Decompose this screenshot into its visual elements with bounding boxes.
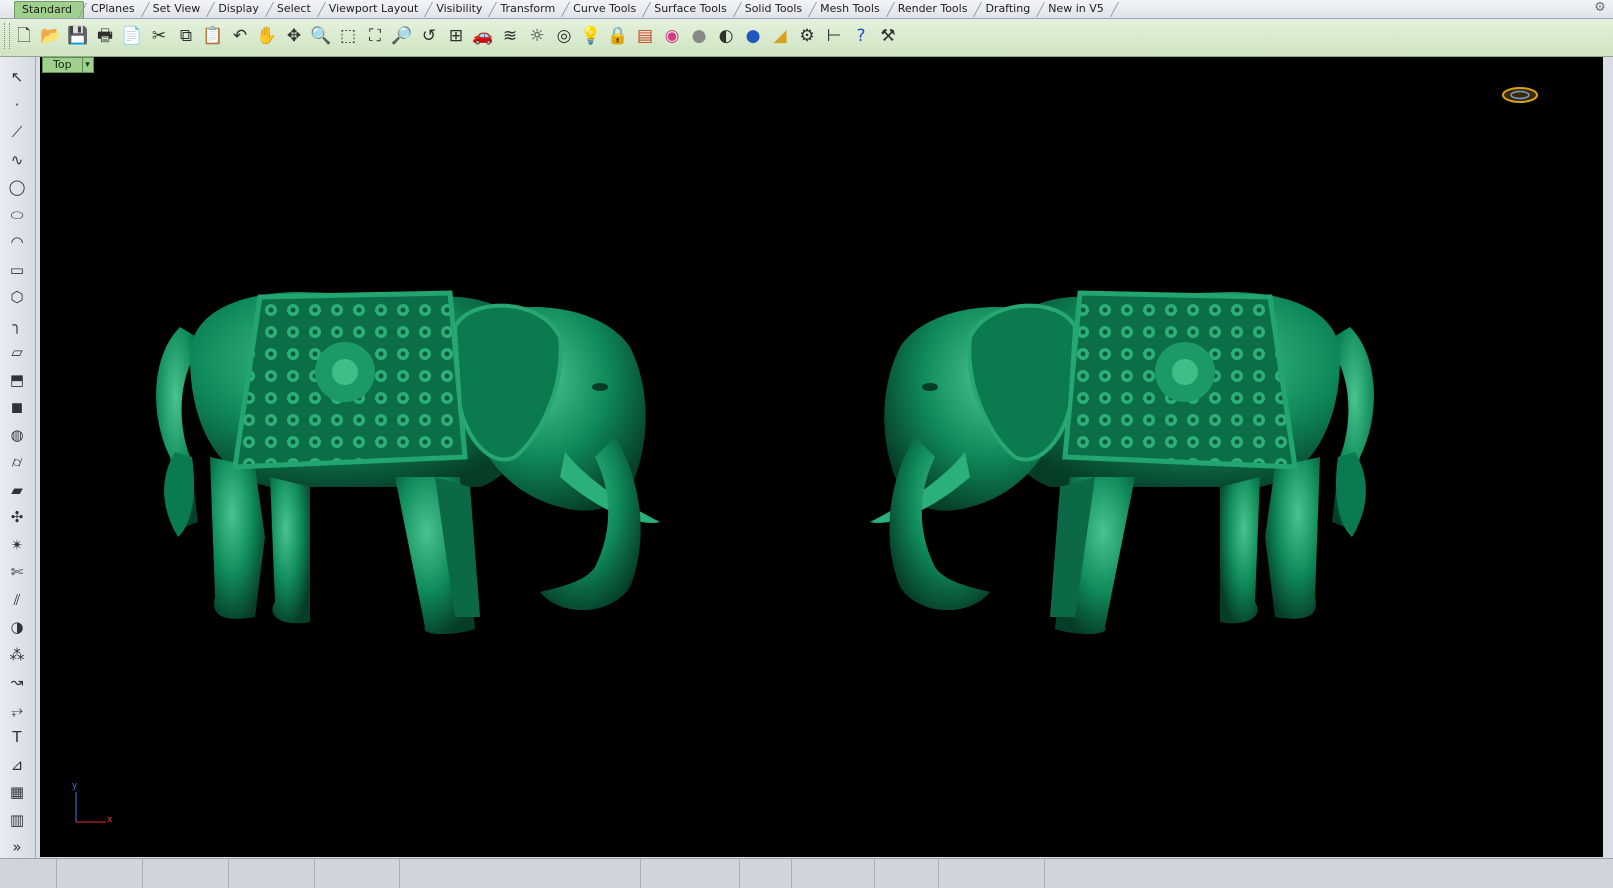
dimension-icon[interactable]: ⊢ <box>822 23 846 49</box>
main-sidebar-toolbar: ↖ · ⟋ ∿ ◯ ⬭ ◠ ▭ ⬡ ╮ ▱ ⬒ ◼ ◍ ⌭ ▰ ✣ ✴ ✄ ⫽ ◑ ⁂ ↝ ⥅ T ⊿ ▦ ▥» <box>0 57 36 887</box>
viewport-title[interactable]: Top ▾ <box>42 57 94 73</box>
gear-icon[interactable]: ⚙ <box>1593 1 1607 15</box>
extrude-icon[interactable]: ⬒ <box>4 368 30 393</box>
transform-icon[interactable]: ✣ <box>4 505 30 530</box>
fillet-icon[interactable]: ╮ <box>4 313 30 338</box>
copy-icon[interactable]: ⧉ <box>174 23 198 49</box>
tab-select[interactable]: Select <box>270 1 322 17</box>
patch-icon[interactable]: ▰ <box>4 478 30 503</box>
import-icon[interactable]: 📄 <box>120 23 144 49</box>
axis-y-label: y <box>72 781 78 791</box>
car-icon[interactable]: 🚗 <box>471 23 495 49</box>
split-icon[interactable]: ⫽ <box>4 588 30 613</box>
explode-icon[interactable]: ✴ <box>4 533 30 558</box>
gear-options-icon[interactable]: ⚙ <box>795 23 819 49</box>
tab-set-view[interactable]: Set View <box>146 1 212 17</box>
tools-icon[interactable]: ⚒ <box>876 23 900 49</box>
elephant-models <box>75 87 1538 823</box>
tab-cplanes[interactable]: CPlanes <box>84 1 146 17</box>
top-viewport[interactable]: Top ▾ y x <box>40 57 1603 857</box>
zoom-selected-icon[interactable]: 🔎 <box>390 23 414 49</box>
render-sphere-icon[interactable]: ● <box>687 23 711 49</box>
bulb-icon[interactable]: 💡 <box>579 23 603 49</box>
select-arrow-icon[interactable]: ↖ <box>4 65 30 90</box>
undo-icon[interactable]: ↶ <box>228 23 252 49</box>
tab-standard[interactable]: Standard <box>14 1 85 18</box>
tab-surface-tools[interactable]: Surface Tools <box>647 1 738 17</box>
point-icon[interactable]: · <box>4 93 30 118</box>
tab-list: Standard CPlanes Set View Display Select View… <box>14 1 1115 18</box>
four-viewports-icon[interactable]: ⊞ <box>444 23 468 49</box>
standard-toolbar: 🗋 📂 💾 🖶 📄 ✂ ⧉ 📋 ↶ ✋ ✥ 🔍 ⬚ ⛶ 🔎 ↺ ⊞ 🚗 ≋ ☼ ◎ 💡 🔒 ▤ ◉ ● ◐ ● ◢ ⚙ ⊢? ⚒ <box>0 19 1613 57</box>
help-icon[interactable]: ? <box>849 23 873 49</box>
curve-icon[interactable]: ∿ <box>4 148 30 173</box>
toolbar-tab-strip: Standard CPlanes Set View Display Select View… <box>0 0 1613 19</box>
text-icon[interactable]: T <box>4 725 30 750</box>
ellipse-icon[interactable]: ⬭ <box>4 203 30 228</box>
pan-icon[interactable]: ✋ <box>255 23 279 49</box>
boolean-icon[interactable]: ◑ <box>4 615 30 640</box>
layout-icon[interactable]: ▥ <box>4 808 30 833</box>
open-file-icon[interactable]: 📂 <box>39 23 63 49</box>
layer-icon[interactable]: ≋ <box>498 23 522 49</box>
sphere-icon[interactable]: ◍ <box>4 423 30 448</box>
offset-icon[interactable]: ⥅ <box>4 698 30 723</box>
tab-transform[interactable]: Transform <box>493 1 566 17</box>
lights-icon[interactable]: ☼ <box>525 23 549 49</box>
toolbar-buttons: 🗋 📂 💾 🖶 📄 ✂ ⧉ 📋 ↶ ✋ ✥ 🔍 ⬚ ⛶ 🔎 ↺ ⊞ 🚗 ≋ ☼ ◎ 💡 🔒 ▤ ◉ ● ◐ ● ◢ ⚙ ⊢? ⚒ <box>12 23 900 49</box>
tab-new-in-v5[interactable]: New in V5 <box>1041 1 1115 17</box>
sidebar-buttons: ↖ · ⟋ ∿ ◯ ⬭ ◠ ▭ ⬡ ╮ ▱ ⬒ ◼ ◍ ⌭ ▰ ✣ ✴ ✄ ⫽ ◑ ⁂ ↝ ⥅ T ⊿ ▦ ▥» <box>4 65 30 860</box>
cylinder-icon[interactable]: ⌭ <box>4 450 30 475</box>
toolbar-grip[interactable] <box>4 23 10 49</box>
view-gizmo <box>1502 87 1538 103</box>
block-icon[interactable]: ▦ <box>4 780 30 805</box>
chevron-down-icon[interactable]: ▾ <box>82 57 94 73</box>
status-bar <box>0 858 1613 888</box>
rectangle-icon[interactable]: ▭ <box>4 258 30 283</box>
more-icon[interactable]: » <box>4 835 30 860</box>
tab-curve-tools[interactable]: Curve Tools <box>566 1 647 17</box>
shaded-sphere-icon[interactable]: ◐ <box>714 23 738 49</box>
curve-edit-icon[interactable]: ↝ <box>4 670 30 695</box>
tab-mesh-tools[interactable]: Mesh Tools <box>813 1 891 17</box>
surface-icon[interactable]: ▱ <box>4 340 30 365</box>
tab-solid-tools[interactable]: Solid Tools <box>738 1 813 17</box>
undo-view-icon[interactable]: ↺ <box>417 23 441 49</box>
group-icon[interactable]: ⁂ <box>4 643 30 668</box>
dimension-side-icon[interactable]: ⊿ <box>4 753 30 778</box>
properties-icon[interactable]: ▤ <box>633 23 657 49</box>
viewport-name[interactable]: Top <box>42 57 83 73</box>
arc-icon[interactable]: ◠ <box>4 230 30 255</box>
paste-icon[interactable]: 📋 <box>201 23 225 49</box>
trim-icon[interactable]: ✄ <box>4 560 30 585</box>
circle-icon[interactable]: ◯ <box>4 175 30 200</box>
cut-icon[interactable]: ✂ <box>147 23 171 49</box>
zoom-dynamic-icon[interactable]: 🔍 <box>309 23 333 49</box>
polygon-icon[interactable]: ⬡ <box>4 285 30 310</box>
zoom-window-icon[interactable]: ⬚ <box>336 23 360 49</box>
tab-display[interactable]: Display <box>211 1 270 17</box>
color-wheel-icon[interactable]: ◉ <box>660 23 684 49</box>
rotate-view-icon[interactable]: ✥ <box>282 23 306 49</box>
lock-icon[interactable]: 🔒 <box>606 23 630 49</box>
cone-icon[interactable]: ◢ <box>768 23 792 49</box>
zoom-extents-icon[interactable]: ⛶ <box>363 23 387 49</box>
axis-x-label: x <box>107 815 113 825</box>
box-icon[interactable]: ◼ <box>4 395 30 420</box>
tab-visibility[interactable]: Visibility <box>429 1 493 17</box>
save-icon[interactable]: 💾 <box>66 23 90 49</box>
blue-sphere-icon[interactable]: ● <box>741 23 765 49</box>
print-icon[interactable]: 🖶 <box>93 23 117 49</box>
tab-drafting[interactable]: Drafting <box>978 1 1041 17</box>
snapshot-icon[interactable]: ◎ <box>552 23 576 49</box>
new-file-icon[interactable]: 🗋 <box>12 23 36 49</box>
polyline-icon[interactable]: ⟋ <box>4 120 30 145</box>
tab-render-tools[interactable]: Render Tools <box>891 1 979 17</box>
tab-viewport-layout[interactable]: Viewport Layout <box>322 1 430 17</box>
